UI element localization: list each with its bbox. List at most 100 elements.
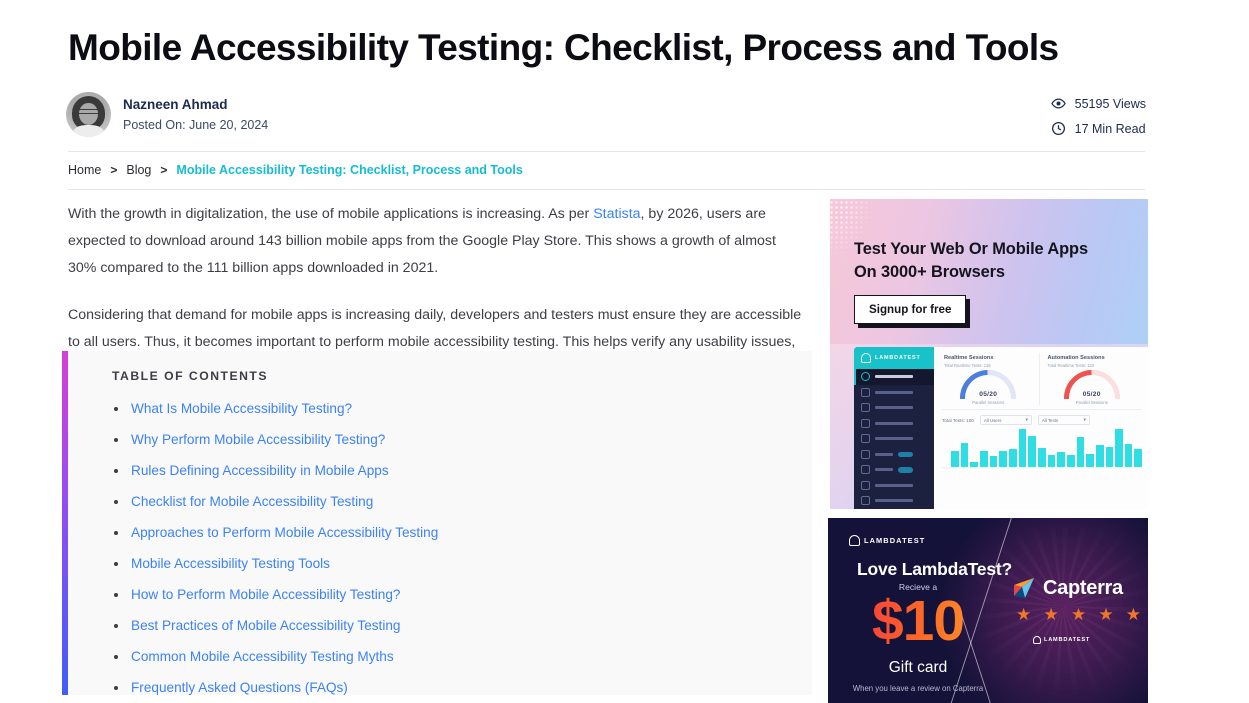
star-icon: ★ (1043, 605, 1059, 624)
posted-date: Posted On: June 20, 2024 (123, 117, 269, 132)
toc-list: What Is Mobile Accessibility Testing? Wh… (112, 400, 792, 697)
promo-banner[interactable]: Test Your Web Or Mobile Apps On 3000+ Br… (830, 199, 1148, 344)
bar (1028, 435, 1036, 467)
capterra-gift-label: Gift card (888, 659, 948, 676)
users-select[interactable]: All Users ▾ (979, 415, 1032, 425)
device-icon (861, 403, 870, 413)
dashboard-cards: Realtime Sessions Total Realtime Tests: … (942, 353, 1142, 410)
page-title: Mobile Accessibility Testing: Checklist,… (68, 27, 1059, 68)
lambdatest-wordmark: LAMBDATEST (875, 355, 921, 361)
views-count: 55195 Views (1074, 96, 1146, 111)
integrations-icon (861, 480, 870, 490)
bar (989, 456, 998, 467)
toc-link[interactable]: Mobile Accessibility Testing Tools (131, 556, 330, 571)
promo-title-line2: On 3000+ Browsers (854, 263, 1005, 281)
list-item: Common Mobile Accessibility Testing Myth… (112, 648, 792, 666)
tests-bar-chart (942, 428, 1143, 468)
star-icon: ★ (1070, 605, 1087, 624)
toc-link[interactable]: Why Perform Mobile Accessibility Testing… (131, 432, 385, 447)
list-item: How to Perform Mobile Accessibility Test… (112, 586, 792, 604)
breadcrumb-blog[interactable]: Blog (126, 163, 151, 177)
automation-gauge: 05/20 (1063, 370, 1120, 399)
total-tests-label: Total Tests: 100 (942, 417, 974, 423)
automation-icon (861, 418, 870, 428)
breadcrumb: Home > Blog > Mobile Accessibility Testi… (68, 163, 523, 177)
star-icon: ★ (1125, 605, 1141, 624)
paragraph-1: With the growth in digitalization, the u… (68, 201, 808, 282)
bar (999, 450, 1007, 467)
sidebar-item-dashboard[interactable] (854, 369, 934, 385)
article-meta: 55195 Views 17 Min Read (1050, 93, 1146, 139)
sidebar-item-hyperexecute[interactable] (854, 447, 934, 463)
divider-top (68, 151, 1145, 152)
toc-link[interactable]: Rules Defining Accessibility in Mobile A… (131, 463, 389, 478)
promo-title: Test Your Web Or Mobile Apps On 3000+ Br… (854, 238, 1124, 284)
toc-heading: TABLE OF CONTENTS (112, 369, 268, 383)
toc-link[interactable]: What Is Mobile Accessibility Testing? (131, 401, 352, 416)
list-item: Why Perform Mobile Accessibility Testing… (112, 431, 792, 449)
breadcrumb-current: Mobile Accessibility Testing: Checklist,… (176, 163, 523, 177)
author-name[interactable]: Nazneen Ahmad (123, 96, 268, 114)
dashboard-screenshot[interactable]: LAMBDATEST Realtime Sessions Total Realt… (830, 344, 1148, 509)
sidebar-item-real-device[interactable] (854, 400, 934, 416)
promo-title-line1: Test Your Web Or Mobile Apps (854, 240, 1088, 258)
bar (1047, 455, 1056, 467)
lambdatest-logo: LAMBDATEST (854, 347, 934, 369)
bar (1124, 444, 1133, 467)
realtime-sessions-card: Realtime Sessions Total Realtime Tests: … (942, 353, 1039, 405)
bar (1018, 428, 1027, 467)
capterra-amount: $10 (828, 590, 1008, 652)
dashboard-main: Realtime Sessions Total Realtime Tests: … (934, 347, 1148, 509)
new-badge (898, 451, 913, 457)
hyperexecute-icon (861, 449, 870, 459)
bar (951, 450, 959, 467)
bar (1008, 449, 1017, 467)
card-title: Automation Sessions (1047, 355, 1105, 361)
bar (1076, 436, 1085, 467)
lambdatest-logo: LAMBDATEST (849, 535, 925, 546)
sidebar-item-more-tools[interactable] (854, 493, 934, 509)
toc-link[interactable]: Approaches to Perform Mobile Accessibili… (131, 525, 438, 540)
capterra-banner[interactable]: LAMBDATEST Love LambdaTest? Recieve a $1… (828, 518, 1148, 703)
chevron-right-icon: > (160, 163, 168, 177)
avatar (66, 92, 111, 137)
sidebar-item-integrations[interactable] (854, 478, 934, 494)
statista-link[interactable]: Statista (593, 206, 640, 222)
sidebar-item-smart-ui[interactable] (854, 431, 934, 447)
card-footer: Parallel Sessions (1075, 400, 1108, 405)
sidebar-item-automation[interactable] (854, 416, 934, 432)
author-block: Nazneen Ahmad Posted On: June 20, 2024 (66, 92, 268, 137)
dashboard-filters: Total Tests: 100 All Users ▾ All Tests ▾ (942, 415, 1142, 425)
tests-select[interactable]: All Tests ▾ (1037, 415, 1090, 425)
toc-link[interactable]: Best Practices of Mobile Accessibility T… (131, 618, 400, 633)
list-item: Checklist for Mobile Accessibility Testi… (112, 493, 792, 511)
toc-link[interactable]: Checklist for Mobile Accessibility Testi… (131, 494, 373, 509)
breadcrumb-home[interactable]: Home (68, 163, 101, 177)
sidebar-item-real-time-testing[interactable] (854, 385, 934, 401)
list-item: Best Practices of Mobile Accessibility T… (112, 617, 792, 635)
new-badge (898, 467, 913, 473)
lambdatest-mark-icon (849, 535, 860, 546)
dashboard-icon (861, 372, 870, 382)
automation-sessions-card: Automation Sessions Total Realtime Tests… (1038, 353, 1143, 405)
bar (970, 462, 978, 467)
toc-link[interactable]: How to Perform Mobile Accessibility Test… (131, 587, 400, 602)
paragraph-1-part-a: With the growth in digitalization, the u… (68, 206, 594, 222)
capterra-heading: Love LambdaTest? (857, 559, 1012, 579)
realtime-gauge: 05/20 (960, 370, 1017, 399)
bar (1066, 455, 1075, 467)
toc-link[interactable]: Frequently Asked Questions (FAQs) (131, 680, 348, 695)
clock-icon (1051, 122, 1065, 135)
sidebar-item-analytics[interactable] (854, 462, 934, 478)
card-subtitle: Total Realtime Tests: 120 (1047, 363, 1095, 368)
gauge-value: 05/20 (1082, 391, 1101, 398)
analytics-icon (861, 465, 870, 475)
star-icon: ★ (1098, 605, 1114, 624)
lambdatest-wordmark: LAMBDATEST (864, 536, 926, 545)
toc-link[interactable]: Common Mobile Accessibility Testing Myth… (131, 649, 394, 664)
signup-button[interactable]: Signup for free (854, 295, 967, 324)
table-of-contents: TABLE OF CONTENTS What Is Mobile Accessi… (62, 351, 812, 695)
divider-bottom (68, 189, 1145, 190)
bar (979, 451, 988, 467)
chevron-right-icon: > (110, 163, 118, 177)
